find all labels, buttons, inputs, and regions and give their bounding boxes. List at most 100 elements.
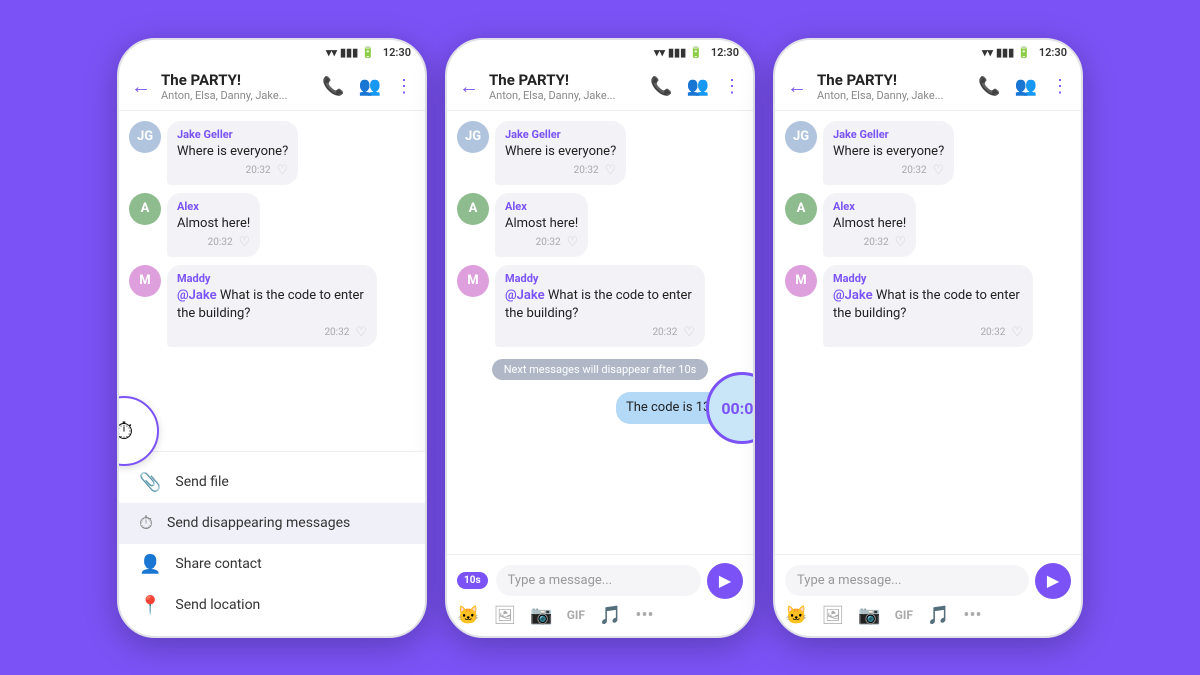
msg-bubble-alex-3: Alex Almost here! 20:32 ♡: [823, 193, 916, 257]
msg-text-jake-1: Where is everyone?: [177, 143, 288, 161]
msg-like-alex-2[interactable]: ♡: [567, 235, 579, 250]
gallery-icon-3[interactable]: 🖼: [821, 605, 844, 626]
msg-bubble-jake-3: Jake Geller Where is everyone? 20:32 ♡: [823, 121, 954, 185]
msg-text-jake-2: Where is everyone?: [505, 143, 616, 161]
camera-icon-2[interactable]: 📷: [530, 605, 552, 626]
message-input-2[interactable]: Type a message...: [496, 565, 701, 596]
msg-bubble-alex-2: Alex Almost here! 20:32 ♡: [495, 193, 588, 257]
menu-share-contact[interactable]: 👤 Share contact: [119, 544, 425, 585]
back-button-1[interactable]: ←: [131, 74, 151, 99]
messages-3: JG Jake Geller Where is everyone? 20:32 …: [775, 111, 1081, 554]
signal-icon-3: ▮▮▮: [996, 46, 1014, 59]
msg-meta-jake-2: 20:32 ♡: [505, 163, 616, 178]
msg-time-jake-3: 20:32: [902, 165, 927, 176]
send-button-2[interactable]: ▶: [707, 563, 743, 599]
chat-title-3: The PARTY!: [817, 71, 968, 89]
msg-meta-maddy-1: 20:32 ♡: [177, 325, 367, 340]
msg-like-alex-3[interactable]: ♡: [895, 235, 907, 250]
chat-subtitle-1: Anton, Elsa, Danny, Jake...: [161, 89, 312, 102]
wifi-icon-2: ▾▾: [654, 46, 665, 59]
msg-like-jake-1[interactable]: ♡: [277, 163, 289, 178]
send-file-icon: 📎: [139, 472, 161, 493]
msg-sender-alex-2: Alex: [505, 200, 578, 213]
more-icon-2[interactable]: ⋮: [723, 76, 741, 97]
chat-title-2: The PARTY!: [489, 71, 640, 89]
gif-icon-2[interactable]: GIF: [567, 608, 585, 622]
signal-icon-2: ▮▮▮: [668, 46, 686, 59]
message-row-jake-2: JG Jake Geller Where is everyone? 20:32 …: [457, 121, 743, 185]
msg-bubble-maddy-3: Maddy @Jake What is the code to enter th…: [823, 265, 1033, 347]
phone-3: ▾▾ ▮▮▮ 🔋 12:30 ← The PARTY! Anton, Elsa,…: [773, 38, 1083, 638]
back-button-3[interactable]: ←: [787, 74, 807, 99]
camera-icon-3[interactable]: 📷: [858, 605, 880, 626]
call-icon-1[interactable]: 📞: [322, 76, 344, 97]
phone-1: ▾▾ ▮▮▮ 🔋 12:30 ← The PARTY! Anton, Elsa,…: [117, 38, 427, 638]
msg-like-jake-3[interactable]: ♡: [933, 163, 945, 178]
msg-sender-maddy-2: Maddy: [505, 272, 695, 285]
msg-like-alex-1[interactable]: ♡: [239, 235, 251, 250]
video-icon-3[interactable]: 👥: [1015, 76, 1037, 97]
chat-header-1: ← The PARTY! Anton, Elsa, Danny, Jake...…: [119, 63, 425, 111]
message-row-alex-3: A Alex Almost here! 20:32 ♡: [785, 193, 1071, 257]
header-info-2: The PARTY! Anton, Elsa, Danny, Jake...: [489, 71, 640, 102]
status-bar-3: ▾▾ ▮▮▮ 🔋 12:30: [775, 40, 1081, 63]
msg-like-jake-2[interactable]: ♡: [605, 163, 617, 178]
more-icon-3[interactable]: ⋮: [1051, 76, 1069, 97]
msg-like-maddy-2[interactable]: ♡: [683, 325, 695, 340]
sent-message-2: The code is 1379# 00:09: [457, 392, 743, 424]
mention-jake-2: @Jake: [505, 288, 545, 303]
call-icon-2[interactable]: 📞: [650, 76, 672, 97]
msg-text-maddy-1: @Jake What is the code to enter the buil…: [177, 287, 367, 323]
msg-sender-maddy-3: Maddy: [833, 272, 1023, 285]
gallery-icon-2[interactable]: 🖼: [493, 605, 516, 626]
msg-like-maddy-3[interactable]: ♡: [1011, 325, 1023, 340]
send-button-3[interactable]: ▶: [1035, 563, 1071, 599]
more-icon-1[interactable]: ⋮: [395, 76, 413, 97]
messages-2: JG Jake Geller Where is everyone? 20:32 …: [447, 111, 753, 554]
avatar-maddy-3: M: [785, 265, 817, 297]
menu-send-file[interactable]: 📎 Send file: [119, 462, 425, 503]
msg-meta-alex-1: 20:32 ♡: [177, 235, 250, 250]
share-contact-label: Share contact: [175, 556, 261, 572]
disappearing-label: Send disappearing messages: [167, 515, 350, 531]
sticker-icon-3[interactable]: 🐱: [785, 605, 807, 626]
video-icon-1[interactable]: 👥: [359, 76, 381, 97]
status-icons-2: ▾▾ ▮▮▮ 🔋: [654, 46, 703, 59]
send-file-label: Send file: [175, 474, 228, 490]
msg-time-alex-1: 20:32: [208, 237, 233, 248]
msg-text-jake-3: Where is everyone?: [833, 143, 944, 161]
msg-bubble-maddy-1: Maddy @Jake What is the code to enter th…: [167, 265, 377, 347]
audio-icon-2[interactable]: 🎵: [599, 605, 621, 626]
menu-send-location[interactable]: 📍 Send location: [119, 585, 425, 626]
message-row-maddy-2: M Maddy @Jake What is the code to enter …: [457, 265, 743, 347]
msg-like-maddy-1[interactable]: ♡: [355, 325, 367, 340]
menu-send-disappearing[interactable]: ⏱ Send disappearing messages: [119, 503, 425, 544]
msg-time-maddy-2: 20:32: [652, 327, 677, 338]
message-input-3[interactable]: Type a message...: [785, 565, 1029, 596]
avatar-alex-3: A: [785, 193, 817, 225]
video-icon-2[interactable]: 👥: [687, 76, 709, 97]
disappear-notice-2: Next messages will disappear after 10s: [492, 359, 709, 380]
timer-icon-1: ⏱: [117, 417, 133, 445]
status-time-3: 12:30: [1039, 46, 1067, 59]
msg-meta-jake-1: 20:32 ♡: [177, 163, 288, 178]
more-toolbar-icon-2[interactable]: •••: [635, 605, 653, 626]
msg-text-maddy-2: @Jake What is the code to enter the buil…: [505, 287, 695, 323]
wifi-icon-3: ▾▾: [982, 46, 993, 59]
countdown-timer-2: 00:09: [706, 372, 753, 444]
more-toolbar-icon-3[interactable]: •••: [963, 605, 981, 626]
msg-text-alex-1: Almost here!: [177, 215, 250, 233]
header-actions-1: 📞 👥 ⋮: [322, 76, 413, 97]
sticker-icon-2[interactable]: 🐱: [457, 605, 479, 626]
audio-icon-3[interactable]: 🎵: [927, 605, 949, 626]
avatar-alex-1: A: [129, 193, 161, 225]
toolbar-icons-2: 🐱 🖼 📷 GIF 🎵 •••: [457, 599, 743, 628]
header-actions-3: 📞 👥 ⋮: [978, 76, 1069, 97]
input-area-3: Type a message... ▶ 🐱 🖼 📷 GIF 🎵 •••: [775, 554, 1081, 636]
back-button-2[interactable]: ←: [459, 74, 479, 99]
call-icon-3[interactable]: 📞: [978, 76, 1000, 97]
msg-meta-alex-3: 20:32 ♡: [833, 235, 906, 250]
status-bar-2: ▾▾ ▮▮▮ 🔋 12:30: [447, 40, 753, 63]
gif-icon-3[interactable]: GIF: [895, 608, 913, 622]
message-row-maddy-3: M Maddy @Jake What is the code to enter …: [785, 265, 1071, 347]
